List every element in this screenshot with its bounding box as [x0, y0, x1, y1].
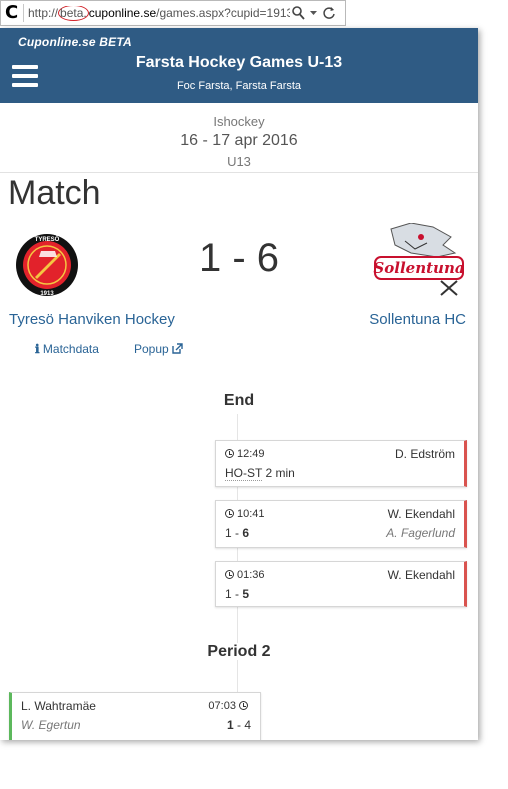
page-title: Farsta Hockey Games U-13 — [135, 54, 343, 71]
info-icon: ℹ — [35, 342, 40, 356]
clock-icon — [225, 509, 234, 518]
event-player: W. Ekendahl — [387, 568, 455, 582]
popup-label: Popup — [134, 342, 169, 356]
event-player: W. Ekendahl — [387, 507, 455, 521]
event-player: D. Edström — [394, 447, 455, 461]
event-assist: A. Fagerlund — [386, 526, 455, 540]
event-time: 07:03 — [208, 700, 251, 712]
event-score: 1 - 5 — [225, 587, 250, 601]
event-card[interactable]: 01:36 W. Ekendahl 1 - 5 — [215, 561, 467, 607]
clock-icon — [239, 701, 248, 710]
matchdata-link[interactable]: ℹ Matchdata — [35, 342, 99, 356]
divider — [0, 172, 478, 173]
event-penalty: HO-ST 2 min — [225, 466, 295, 481]
match-heading: Match — [8, 174, 101, 212]
home-team-link[interactable]: Tyresö Hanviken Hockey — [9, 311, 175, 328]
search-icon[interactable] — [292, 6, 305, 20]
event-score: 1 - 4 — [226, 718, 251, 732]
external-link-icon — [172, 342, 183, 356]
sport-label: Ishockey — [213, 114, 265, 129]
section-end: End — [0, 392, 478, 410]
event-card[interactable]: 12:49 D. Edström HO-ST 2 min — [215, 440, 467, 487]
page: Cuponline.se BETA Farsta Hockey Games U-… — [0, 28, 478, 740]
home-logo-year: 1913 — [40, 291, 54, 297]
popup-link[interactable]: Popup — [134, 342, 183, 356]
clock-icon — [225, 449, 234, 458]
address-bar[interactable]: C http://beta. cuponline.se/games.aspx?cu… — [0, 0, 346, 26]
page-subtitle: Foc Farsta, Farsta Farsta — [176, 80, 302, 92]
event-card[interactable]: 10:41 W. Ekendahl 1 - 6 A. Fagerlund — [215, 500, 467, 548]
address-separator — [23, 4, 24, 22]
away-logo-text: Sollentuna — [373, 259, 464, 277]
away-team-link[interactable]: Sollentuna HC — [369, 311, 466, 328]
date-range: 16 - 17 apr 2016 — [180, 132, 298, 149]
event-time: 12:49 — [225, 448, 265, 460]
matchdata-label: Matchdata — [42, 342, 99, 356]
event-time: 01:36 — [225, 569, 265, 581]
refresh-icon[interactable] — [322, 6, 336, 20]
event-card[interactable]: L. Wahtramäe 07:03 W. Egertun 1 - 4 — [9, 692, 261, 740]
away-team-logo: Sollentuna — [371, 222, 469, 297]
url-path: /games.aspx?cupid=1913 — [156, 6, 290, 20]
event-assist: W. Egertun — [21, 718, 81, 732]
address-icons — [292, 4, 336, 22]
clock-icon — [225, 570, 234, 579]
url-circled: beta. — [58, 6, 89, 21]
event-player: L. Wahtramäe — [21, 699, 96, 713]
url-text[interactable]: http://beta. cuponline.se/games.aspx?cupi… — [28, 6, 290, 22]
brand-logo[interactable]: Cuponline.se BETA — [18, 35, 132, 49]
section-period-2: Period 2 — [0, 643, 478, 661]
event-score: 1 - 6 — [225, 526, 250, 540]
url-prefix: http:// — [28, 6, 59, 20]
chevron-down-icon[interactable] — [309, 9, 318, 17]
url-domain: cuponline.se — [88, 6, 157, 20]
header: Cuponline.se BETA Farsta Hockey Games U-… — [0, 28, 478, 103]
event-time: 10:41 — [225, 508, 265, 520]
cuponline-logo-icon: C — [5, 2, 19, 23]
class-label: U13 — [227, 154, 251, 169]
